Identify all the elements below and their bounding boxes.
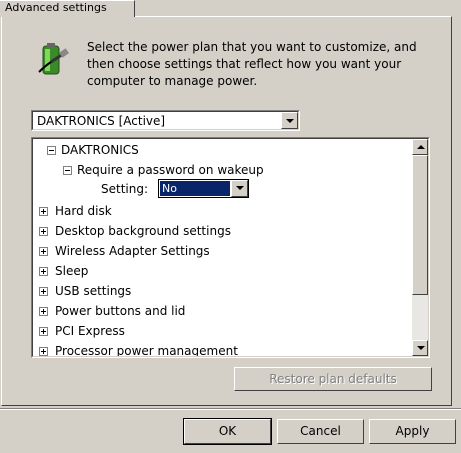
scroll-thumb[interactable] bbox=[412, 155, 428, 295]
collapse-icon[interactable] bbox=[47, 146, 56, 155]
apply-button[interactable]: Apply bbox=[369, 419, 456, 444]
tree-item-label: USB settings bbox=[55, 284, 132, 298]
arrow-up-icon bbox=[417, 145, 425, 149]
expand-icon[interactable] bbox=[39, 287, 48, 296]
cancel-button[interactable]: Cancel bbox=[277, 419, 364, 444]
expand-icon[interactable] bbox=[39, 247, 48, 256]
expand-icon[interactable] bbox=[39, 267, 48, 276]
expand-icon[interactable] bbox=[39, 207, 48, 216]
plan-dropdown-button[interactable] bbox=[281, 112, 298, 129]
ok-button[interactable]: OK bbox=[183, 418, 272, 445]
expand-icon[interactable] bbox=[39, 227, 48, 236]
tree-scrollbar[interactable] bbox=[412, 139, 428, 356]
tree-item-label: Power buttons and lid bbox=[55, 304, 186, 318]
plan-select-value: DAKTRONICS [Active] bbox=[37, 114, 166, 128]
setting-dropdown-button[interactable] bbox=[231, 180, 248, 197]
setting-label: Setting: bbox=[101, 182, 149, 196]
plan-select[interactable]: DAKTRONICS [Active] bbox=[31, 110, 300, 131]
tree-item-label: Wireless Adapter Settings bbox=[55, 244, 210, 258]
expand-icon[interactable] bbox=[39, 307, 48, 316]
expand-icon[interactable] bbox=[39, 327, 48, 336]
scroll-up-button[interactable] bbox=[412, 139, 428, 155]
tree-item-label: Hard disk bbox=[55, 204, 112, 218]
arrow-down-icon bbox=[417, 346, 425, 350]
tree-node-label: DAKTRONICS bbox=[61, 143, 139, 157]
tree-item-label: Desktop background settings bbox=[55, 224, 231, 238]
battery-plug-icon bbox=[33, 40, 73, 80]
tree-item-label: Sleep bbox=[55, 264, 89, 278]
chevron-down-icon bbox=[286, 119, 294, 123]
scroll-down-button[interactable] bbox=[412, 340, 428, 356]
divider bbox=[0, 408, 461, 410]
tab-advanced-settings[interactable]: Advanced settings bbox=[0, 0, 135, 17]
setting-select-value: No bbox=[160, 181, 230, 196]
description-text: Select the power plan that you want to c… bbox=[87, 40, 417, 88]
tree-item-label: PCI Express bbox=[55, 324, 125, 338]
settings-tree[interactable]: DAKTRONICS Require a password on wakeup … bbox=[31, 137, 430, 358]
collapse-icon[interactable] bbox=[63, 166, 72, 175]
expand-icon[interactable] bbox=[39, 347, 48, 356]
chevron-down-icon bbox=[236, 186, 244, 190]
tree-node-label: Require a password on wakeup bbox=[77, 163, 264, 177]
restore-defaults-button[interactable]: Restore plan defaults bbox=[234, 367, 432, 391]
setting-select[interactable]: No bbox=[158, 179, 249, 198]
tree-item-label: Processor power management bbox=[55, 344, 238, 357]
tab-label: Advanced settings bbox=[5, 1, 107, 14]
